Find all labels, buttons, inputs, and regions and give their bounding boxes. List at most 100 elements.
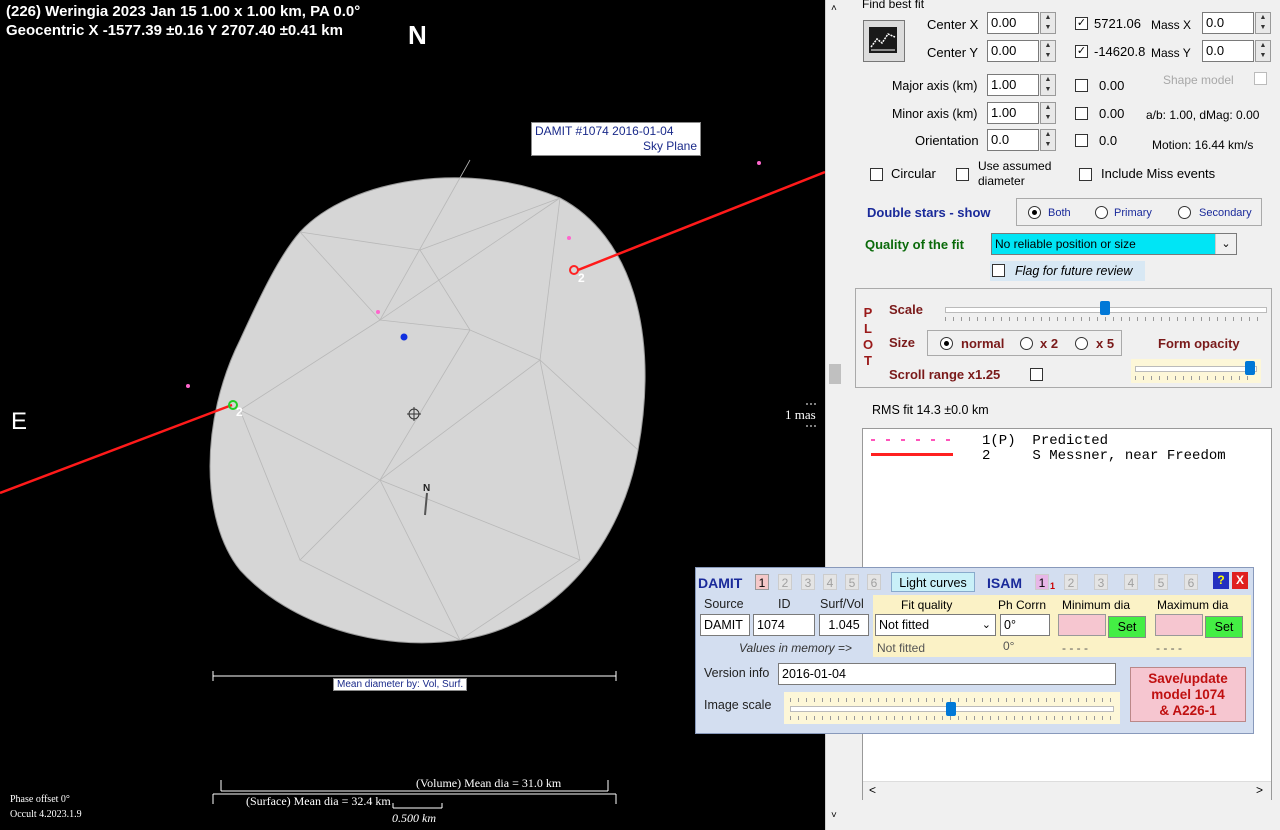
save-update-model-button[interactable]: Save/update model 1074 & A226-1: [1130, 667, 1246, 722]
max-dia-field[interactable]: [1155, 614, 1203, 636]
isam-model-3-button[interactable]: 3: [1094, 574, 1108, 590]
secondary-radio[interactable]: [1178, 206, 1191, 219]
min-dia-memory: - - - -: [1062, 641, 1088, 655]
chevron-down-icon[interactable]: ⌄: [1215, 234, 1236, 254]
quality-select-value: No reliable position or size: [995, 237, 1136, 251]
form-opacity-slider-thumb[interactable]: [1244, 361, 1255, 375]
scroll-range-checkbox[interactable]: [1030, 368, 1043, 381]
flag-review-checkbox[interactable]: [992, 264, 1005, 277]
both-radio[interactable]: [1028, 206, 1041, 219]
scroll-down-icon[interactable]: ˅: [831, 810, 837, 821]
major-axis-spinner[interactable]: ▲ ▼: [1040, 74, 1056, 96]
damit-model-6-button[interactable]: 6: [867, 574, 881, 590]
isam-model-5-button[interactable]: 5: [1154, 574, 1168, 590]
image-scale-label: Image scale: [704, 698, 772, 712]
scroll-up-icon[interactable]: ˄: [831, 3, 837, 14]
center-y-input[interactable]: 0.00: [987, 40, 1039, 62]
fit-quality-header: Fit quality: [901, 598, 953, 612]
find-best-fit-button[interactable]: [863, 20, 905, 62]
scroll-thumb[interactable]: [829, 364, 841, 384]
list-item[interactable]: 2 S Messner, near Freedom: [982, 448, 1226, 464]
list-horizontal-scrollbar[interactable]: < >: [863, 781, 1271, 800]
min-dia-set-button[interactable]: Set: [1108, 616, 1146, 638]
size-normal-radio[interactable]: [940, 337, 953, 350]
list-item[interactable]: 1(P) Predicted: [982, 433, 1108, 449]
damit-model-2-button[interactable]: 2: [778, 574, 792, 590]
damit-model-1-button[interactable]: 1: [755, 574, 769, 590]
minor-axis-checkbox[interactable]: [1075, 107, 1088, 120]
scale-slider-thumb[interactable]: [1100, 301, 1110, 315]
damit-model-4-button[interactable]: 4: [823, 574, 837, 590]
minor-axis-spinner[interactable]: ▲ ▼: [1040, 102, 1056, 124]
orientation-checkbox[interactable]: [1075, 134, 1088, 147]
damit-model-5-button[interactable]: 5: [845, 574, 859, 590]
orientation-spinner[interactable]: ▲ ▼: [1040, 129, 1056, 151]
model-label-line1: DAMIT #1074 2016-01-04: [535, 124, 674, 138]
legend-num: 2: [982, 448, 991, 464]
help-button[interactable]: ?: [1213, 572, 1229, 589]
min-dia-header: Minimum dia: [1062, 598, 1131, 612]
phase-offset-label: Phase offset 0°: [10, 794, 70, 805]
mass-x-spinner[interactable]: ▲ ▼: [1255, 12, 1271, 34]
mass-y-input[interactable]: 0.0: [1202, 40, 1254, 62]
close-button[interactable]: X: [1232, 572, 1248, 589]
light-curves-button[interactable]: Light curves: [891, 572, 975, 592]
scroll-left-icon[interactable]: <: [869, 783, 876, 797]
minor-axis-input[interactable]: 1.00: [987, 102, 1039, 124]
chevron-down-icon[interactable]: ⌄: [982, 615, 991, 635]
both-label: Both: [1048, 207, 1071, 219]
image-scale-slider-thumb[interactable]: [946, 702, 956, 716]
source-field[interactable]: DAMIT: [700, 614, 750, 636]
major-axis-checkbox[interactable]: [1075, 79, 1088, 92]
plot-letter: O: [862, 337, 874, 352]
center-y-checkbox[interactable]: ✓: [1075, 45, 1088, 58]
id-header: ID: [778, 597, 791, 611]
center-x-spinner[interactable]: ▲ ▼: [1040, 12, 1056, 34]
observer-swatch: [871, 453, 953, 456]
fit-quality-select[interactable]: Not fitted ⌄: [875, 614, 996, 636]
min-dia-field[interactable]: [1058, 614, 1106, 636]
size-normal-label: normal: [961, 336, 1005, 351]
id-field[interactable]: 1074: [753, 614, 815, 636]
size-x2-label: x 2: [1040, 336, 1059, 351]
center-y-spinner[interactable]: ▲ ▼: [1040, 40, 1056, 62]
center-x-checkbox[interactable]: ✓: [1075, 17, 1088, 30]
image-scale-slider[interactable]: [784, 692, 1120, 724]
isam-model-2-button[interactable]: 2: [1064, 574, 1078, 590]
primary-radio[interactable]: [1095, 206, 1108, 219]
surfvol-field[interactable]: 1.045: [819, 614, 869, 636]
primary-label: Primary: [1114, 207, 1152, 219]
orientation-input[interactable]: 0.0: [987, 129, 1039, 151]
isam-model-1-button[interactable]: 1: [1035, 574, 1049, 590]
size-x5-radio[interactable]: [1075, 337, 1088, 350]
center-y-label: Center Y: [927, 45, 979, 60]
minor-axis-label: Minor axis (km): [892, 107, 978, 121]
form-opacity-slider[interactable]: [1131, 359, 1261, 383]
surfvol-header: Surf/Vol: [820, 597, 864, 611]
fit-quality-memory: Not fitted: [877, 641, 926, 655]
fit-quality-value: Not fitted: [879, 618, 930, 632]
max-dia-set-button[interactable]: Set: [1205, 616, 1243, 638]
size-x2-radio[interactable]: [1020, 337, 1033, 350]
km-scale-bar: [392, 803, 443, 809]
use-assumed-checkbox[interactable]: [956, 168, 969, 181]
source-header: Source: [704, 597, 744, 611]
shape-model-checkbox[interactable]: [1254, 72, 1267, 85]
mass-y-spinner[interactable]: ▲ ▼: [1255, 40, 1271, 62]
mass-x-input[interactable]: 0.0: [1202, 12, 1254, 34]
quality-select[interactable]: No reliable position or size ⌄: [991, 233, 1237, 255]
isam-model-4-button[interactable]: 4: [1124, 574, 1138, 590]
isam-model-6-button[interactable]: 6: [1184, 574, 1198, 590]
orientation-label: Orientation: [915, 133, 979, 148]
damit-model-3-button[interactable]: 3: [801, 574, 815, 590]
use-assumed-label: Use assumed diameter: [978, 159, 1051, 189]
size-x5-label: x 5: [1096, 336, 1115, 351]
ph-corr-field[interactable]: 0°: [1000, 614, 1050, 636]
major-axis-input[interactable]: 1.00: [987, 74, 1039, 96]
scale-slider[interactable]: [945, 301, 1267, 323]
circular-checkbox[interactable]: [870, 168, 883, 181]
include-miss-checkbox[interactable]: [1079, 168, 1092, 181]
scroll-right-icon[interactable]: >: [1256, 783, 1263, 797]
center-x-input[interactable]: 0.00: [987, 12, 1039, 34]
version-info-field[interactable]: 2016-01-04: [778, 663, 1116, 685]
